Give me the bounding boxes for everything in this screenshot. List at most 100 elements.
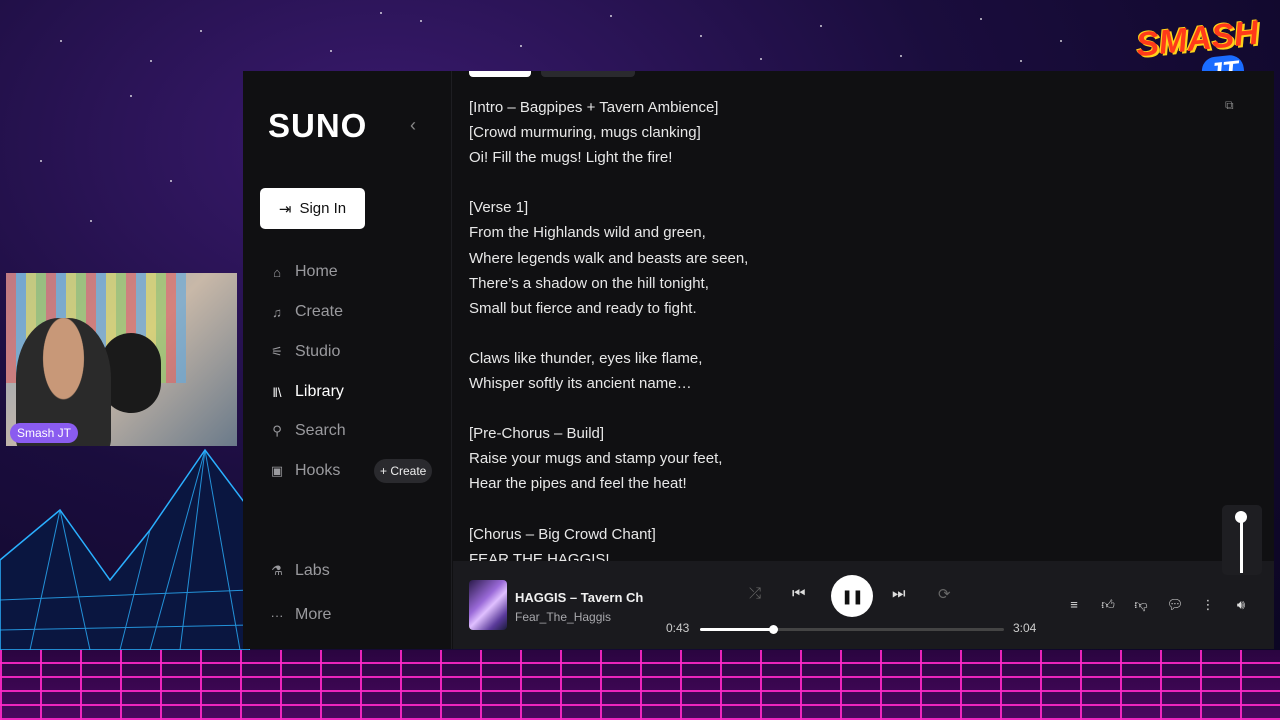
volume-slider[interactable] [1222, 505, 1262, 575]
queue-icon[interactable]: ≡ [1065, 597, 1083, 612]
star [200, 30, 202, 32]
elapsed-time: 0:43 [666, 621, 690, 635]
lyric-line: From the Highlands wild and green, [469, 224, 706, 242]
progress-knob[interactable] [768, 625, 778, 634]
lyric-line: [Intro – Bagpipes + Tavern Ambience] [469, 99, 719, 116]
sign-in-button[interactable]: ⇥ Sign In [260, 188, 365, 229]
sidebar-item-library[interactable]: ‖\ Library [269, 380, 449, 404]
lyric-line: There’s a shadow on the hill tonight, [469, 274, 709, 292]
lyric-line: Oi! Fill the mugs! Light the fire! [469, 149, 673, 167]
star [820, 25, 822, 27]
lyric-blank-line [469, 170, 1169, 195]
search-icon: ⚲ [272, 423, 282, 438]
star [420, 20, 422, 22]
lyrics-text: [Intro – Bagpipes + Tavern Ambience] [Cro… [469, 95, 1169, 561]
sidebar-item-more[interactable]: ··· More [269, 603, 449, 627]
star [980, 18, 982, 20]
nav-label: Search [295, 422, 346, 439]
nav-label: Studio [295, 343, 341, 360]
star [1060, 40, 1062, 42]
lyric-blank-line [469, 321, 1169, 346]
thumbs-down-icon[interactable]: 👎︎ [1132, 597, 1150, 613]
track-artwork[interactable] [469, 580, 507, 630]
lyric-line: Small but fierce and ready to fight. [469, 299, 697, 317]
flask-icon: ⚗ [271, 563, 283, 578]
star [130, 95, 132, 97]
tab-inactive[interactable] [541, 71, 635, 77]
duration-time: 3:04 [1013, 621, 1037, 635]
pause-icon: ❚❚ [841, 587, 863, 604]
lyric-line: Claws like thunder, eyes like flame, [469, 349, 703, 367]
sign-in-icon: ⇥ [278, 200, 292, 218]
sidebar-item-studio[interactable]: ⚟ Studio [269, 340, 449, 364]
player-bar: HAGGIS – Tavern Ch Fear_The_Haggis ⤮ ⏮ ❚… [453, 561, 1274, 649]
volume-track[interactable] [1240, 515, 1243, 573]
nav-label: Home [295, 263, 338, 280]
sidebar-item-home[interactable]: ⌂ Home [269, 260, 449, 284]
sidebar-item-hooks[interactable]: ▣ Hooks [269, 459, 369, 483]
collapse-sidebar-icon[interactable]: ‹ [410, 115, 416, 136]
lyric-line: [Pre-Chorus – Build] [469, 425, 605, 443]
thumbs-up-icon[interactable]: 👍︎ [1099, 597, 1117, 613]
sidebar-item-create[interactable]: ♫ Create [269, 300, 449, 324]
nav-label: More [295, 606, 332, 623]
star [90, 220, 92, 222]
lyric-blank-line [469, 396, 1169, 421]
next-icon[interactable]: ⏭ [892, 585, 906, 602]
progress-fill [700, 628, 773, 631]
lyric-line: Raise your mugs and stamp your feet, [469, 450, 723, 468]
nav-label: Hooks [295, 462, 341, 479]
hooks-create-button[interactable]: + Create [374, 459, 433, 483]
nav-label: Library [295, 383, 344, 400]
comment-icon[interactable]: 💬︎ [1166, 597, 1184, 613]
lyric-blank-line [469, 497, 1169, 522]
star [610, 15, 612, 17]
lyric-line: [Chorus – Big Crowd Chant] [469, 525, 656, 543]
synthwave-grid-floor [0, 650, 1280, 720]
star [150, 60, 152, 62]
star [1020, 60, 1022, 62]
track-artist[interactable]: Fear_The_Haggis [515, 610, 611, 624]
hooks-icon: ▣ [270, 463, 284, 478]
copy-icon[interactable]: ⧉ [1225, 98, 1239, 112]
pause-button[interactable]: ❚❚ [831, 575, 873, 617]
music-note-icon: ♫ [272, 304, 282, 320]
shuffle-icon[interactable]: ⤮ [749, 585, 761, 602]
library-icon: ‖\ [272, 384, 282, 400]
lyrics-panel: ⧉ [Intro – Bagpipes + Tavern Ambience] [C… [453, 71, 1274, 561]
logo-text-smash: SMASH [1134, 13, 1261, 65]
home-icon: ⌂ [273, 264, 281, 280]
suno-app-window: SUNO ‹ ⇥ Sign In ⌂ Home ♫ Create ⚟ Studi… [243, 71, 1274, 649]
volume-icon[interactable]: 🔊︎ [1232, 597, 1250, 613]
tab-active[interactable] [469, 71, 531, 77]
track-title[interactable]: HAGGIS – Tavern Ch [515, 590, 653, 605]
star [900, 55, 902, 57]
star [760, 58, 762, 60]
studio-icon: ⚟ [271, 344, 283, 359]
webcam-feed [6, 273, 237, 446]
suno-logo[interactable]: SUNO [268, 107, 367, 145]
star [380, 12, 382, 14]
star [170, 180, 172, 182]
lyric-line: FEAR THE HAGGIS! [469, 550, 610, 561]
star [520, 45, 522, 47]
volume-knob[interactable] [1235, 511, 1247, 523]
star [330, 50, 332, 52]
repeat-icon[interactable]: ⟳ [938, 585, 951, 603]
wireframe-mountains [0, 448, 250, 650]
more-options-icon[interactable]: ⋮ [1199, 597, 1217, 613]
sidebar-item-search[interactable]: ⚲ Search [269, 419, 449, 443]
previous-icon[interactable]: ⏮ [792, 585, 806, 602]
lyric-line: [Crowd murmuring, mugs clanking] [469, 124, 701, 142]
progress-bar[interactable] [700, 625, 1004, 634]
star [60, 40, 62, 42]
star [700, 35, 702, 37]
sidebar: SUNO ‹ ⇥ Sign In ⌂ Home ♫ Create ⚟ Studi… [243, 71, 452, 649]
sign-in-label: Sign In [299, 200, 347, 217]
sidebar-item-labs[interactable]: ⚗ Labs [269, 559, 449, 583]
star [40, 160, 42, 162]
webcam-name-badge: Smash JT [10, 423, 79, 443]
lyric-line: Whisper softly its ancient name… [469, 375, 692, 393]
more-icon: ··· [270, 607, 284, 623]
nav-label: Labs [295, 562, 330, 579]
